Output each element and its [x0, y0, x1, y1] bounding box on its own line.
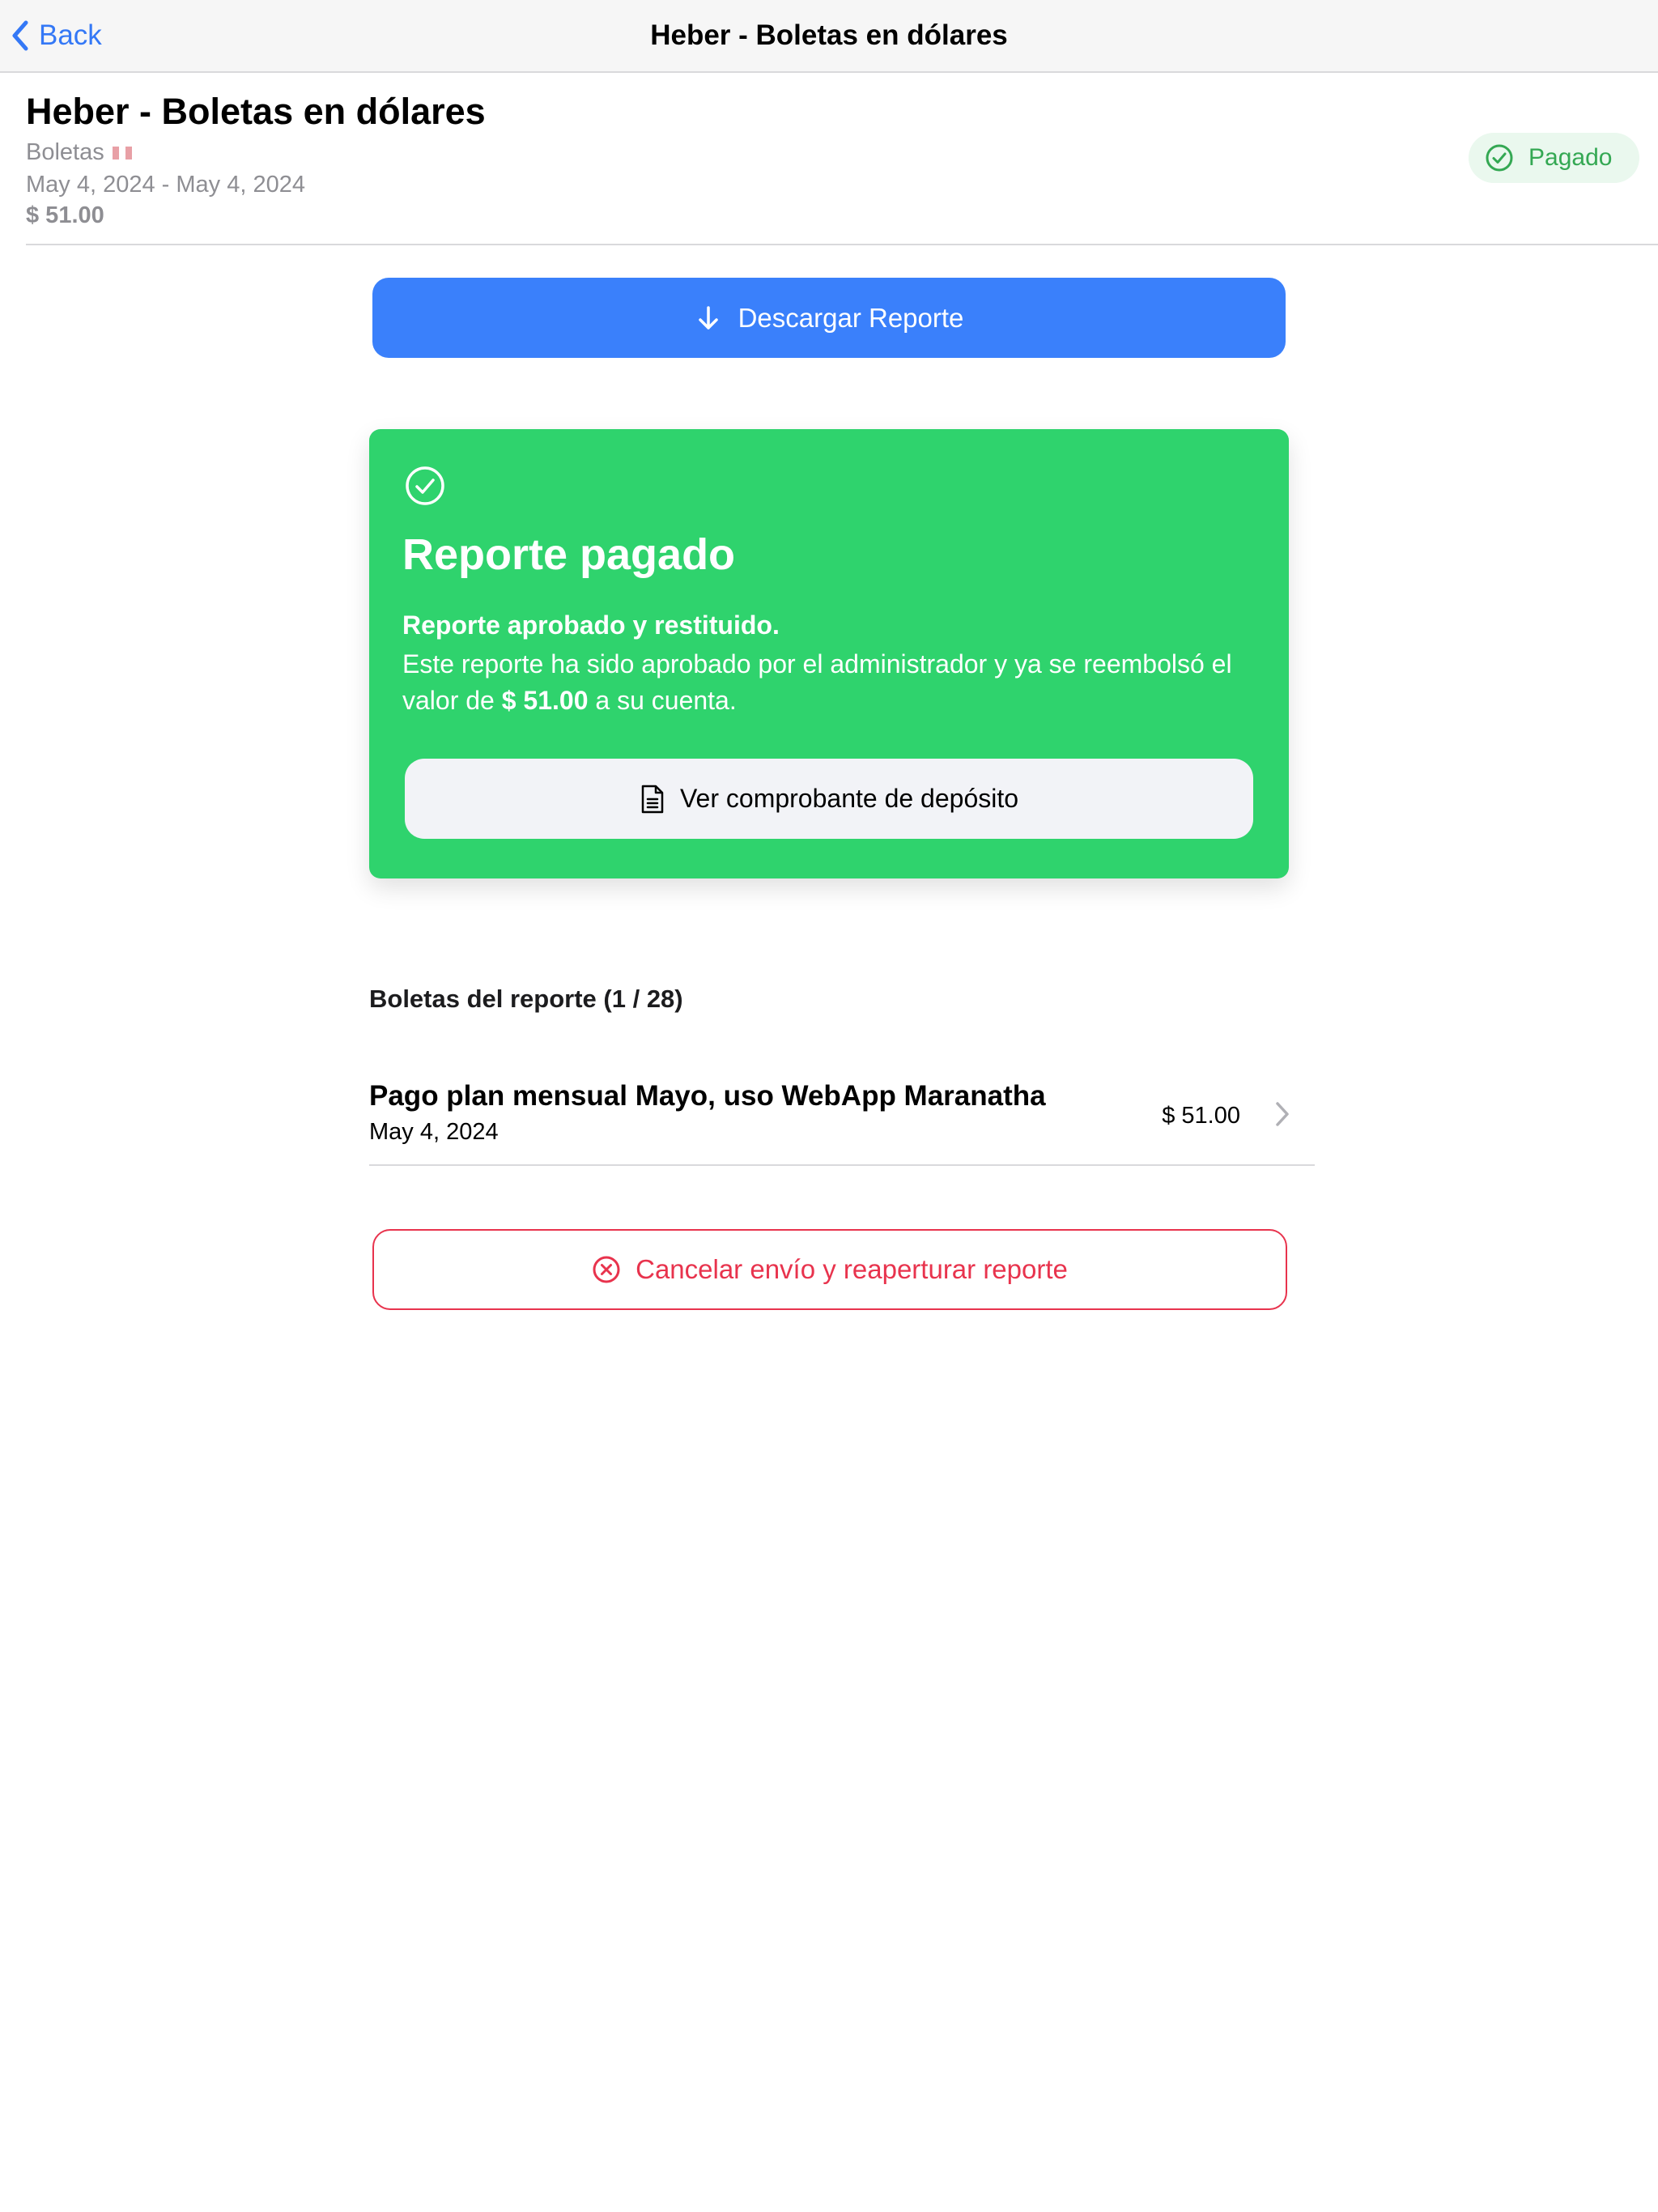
nav-title: Heber - Boletas en dólares — [650, 19, 1008, 51]
report-category: Boletas — [26, 139, 132, 166]
report-amount: $ 51.00 — [26, 202, 104, 228]
download-report-button[interactable]: Descargar Reporte — [372, 278, 1286, 358]
report-date-range: May 4, 2024 - May 4, 2024 — [26, 172, 305, 198]
cancel-and-reopen-button[interactable]: Cancelar envío y reaperturar reporte — [372, 1229, 1287, 1310]
list-item[interactable]: Pago plan mensual Mayo, uso WebApp Maran… — [369, 1061, 1315, 1166]
receipt-amount: $ 51.00 — [1162, 1103, 1240, 1129]
receipt-title: Pago plan mensual Mayo, uso WebApp Maran… — [369, 1080, 1046, 1112]
paid-card-description: Este reporte ha sido aprobado por el adm… — [402, 646, 1261, 719]
receipts-section-title: Boletas del reporte (1 / 28) — [369, 985, 683, 1013]
view-deposit-receipt-label: Ver comprobante de depósito — [679, 784, 1019, 813]
document-icon — [641, 785, 664, 813]
status-label: Pagado — [1528, 144, 1613, 171]
view-deposit-receipt-button[interactable]: Ver comprobante de depósito — [405, 759, 1253, 839]
paid-card-subtitle: Reporte aprobado y restituido. — [402, 610, 780, 640]
receipt-date: May 4, 2024 — [369, 1119, 499, 1145]
chevron-right-icon — [1276, 1102, 1289, 1126]
paid-desc-amount: $ 51.00 — [501, 686, 589, 715]
x-circle-icon — [593, 1256, 620, 1283]
check-circle-icon — [1486, 144, 1513, 172]
status-badge: Pagado — [1469, 133, 1640, 183]
peru-flag-icon — [112, 146, 132, 160]
download-report-label: Descargar Reporte — [738, 302, 964, 333]
paid-desc-after: a su cuenta. — [588, 686, 737, 715]
cancel-and-reopen-label: Cancelar envío y reaperturar reporte — [636, 1254, 1068, 1284]
report-category-label: Boletas — [26, 139, 104, 165]
header-divider — [26, 244, 1658, 245]
navigation-bar: Back Heber - Boletas en dólares — [0, 0, 1658, 73]
arrow-down-icon — [698, 305, 718, 330]
check-circle-icon — [406, 466, 444, 505]
row-divider — [369, 1164, 1315, 1166]
report-title: Heber - Boletas en dólares — [26, 91, 486, 132]
paid-card-title: Reporte pagado — [402, 530, 736, 579]
paid-status-card: Reporte pagado Reporte aprobado y restit… — [369, 429, 1289, 878]
